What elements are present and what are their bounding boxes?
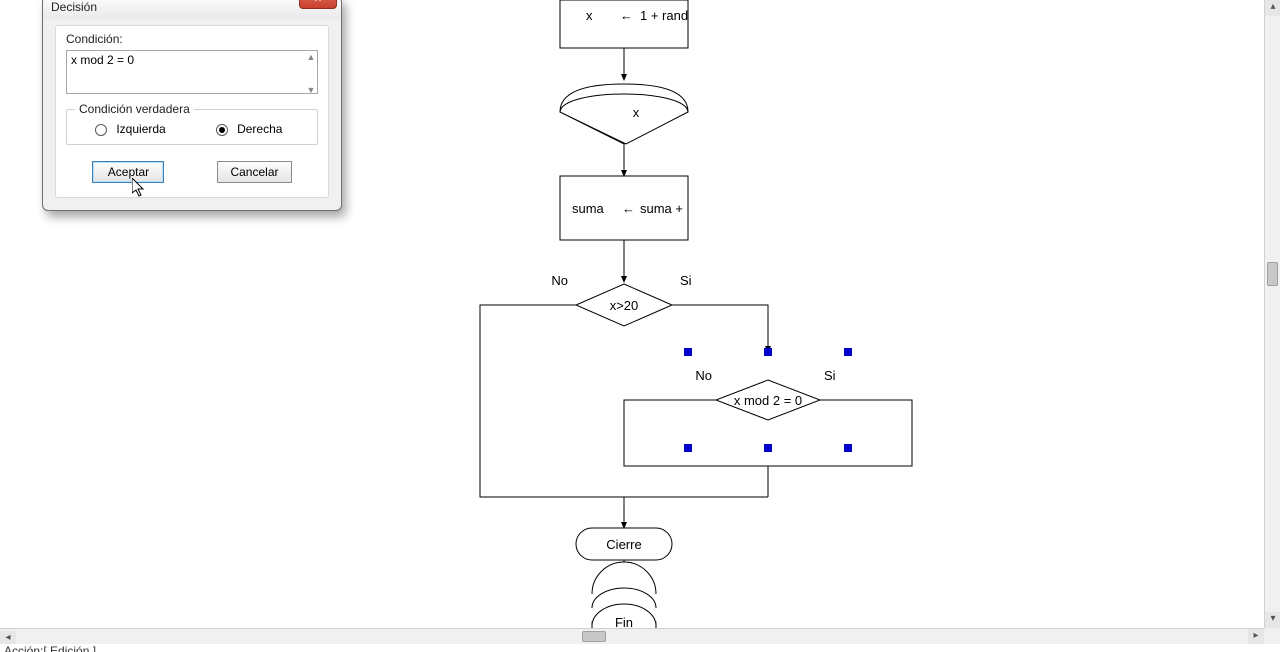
vscroll-thumb[interactable] bbox=[1267, 262, 1278, 286]
output-x-label: x bbox=[633, 105, 640, 120]
statusbar: Acción:[ Edición ] bbox=[0, 644, 1280, 652]
vscroll-track[interactable] bbox=[1265, 16, 1280, 612]
scroll-up-button[interactable]: ▴ bbox=[1265, 0, 1280, 16]
radio-left-icon bbox=[95, 124, 107, 136]
selection-handle[interactable] bbox=[764, 348, 772, 356]
assign-suma-arrow: ← bbox=[622, 201, 635, 216]
fin-label: Fin bbox=[615, 615, 633, 628]
radio-right-icon bbox=[216, 124, 228, 136]
condition-label: Condición: bbox=[66, 32, 318, 46]
selection-handle[interactable] bbox=[684, 444, 692, 452]
scroll-right-button[interactable]: ▸ bbox=[1248, 629, 1264, 645]
decision2-si: Si bbox=[824, 368, 836, 383]
close-icon: × bbox=[314, 0, 321, 5]
selection-handle[interactable] bbox=[764, 444, 772, 452]
selection-handle[interactable] bbox=[844, 348, 852, 356]
cancel-button[interactable]: Cancelar bbox=[217, 161, 291, 183]
true-direction-legend: Condición verdadera bbox=[75, 102, 194, 116]
decision2-cond: x mod 2 = 0 bbox=[734, 393, 802, 408]
decision1-si: Si bbox=[680, 273, 692, 288]
radio-left-label: Izquierda bbox=[116, 122, 165, 136]
horizontal-scrollbar[interactable]: ◂ ▸ bbox=[0, 628, 1264, 644]
assign-suma-expr: suma + bbox=[640, 201, 683, 216]
assign-x-expr: 1 + rand bbox=[640, 8, 688, 23]
close-button[interactable]: × bbox=[299, 0, 337, 9]
scroll-up-icon[interactable]: ▲ bbox=[306, 52, 316, 62]
scroll-down-button[interactable]: ▾ bbox=[1265, 612, 1280, 628]
assign-x-arrow: ← bbox=[620, 8, 633, 23]
cierre-label: Cierre bbox=[606, 537, 641, 552]
statusbar-text: Acción:[ Edición ] bbox=[4, 644, 96, 652]
scrollbar-corner bbox=[1264, 628, 1280, 644]
radio-left[interactable]: Izquierda bbox=[95, 122, 166, 136]
dialog-titlebar[interactable]: Decisión × bbox=[43, 0, 341, 19]
decision1-cond: x>20 bbox=[610, 298, 639, 313]
decision-dialog[interactable]: Decisión × Condición: ▲ ▼ Condición verd… bbox=[42, 0, 342, 211]
scroll-down-icon[interactable]: ▼ bbox=[306, 85, 316, 95]
node-output-x-shape[interactable]: x bbox=[560, 94, 688, 144]
vertical-scrollbar[interactable]: ▴ ▾ bbox=[1264, 0, 1280, 628]
accept-button[interactable]: Aceptar bbox=[92, 161, 164, 183]
radio-right[interactable]: Derecha bbox=[216, 122, 283, 136]
assign-x-var: x bbox=[586, 8, 593, 23]
selection-handle[interactable] bbox=[844, 444, 852, 452]
assign-suma-var: suma bbox=[572, 201, 605, 216]
hscroll-thumb[interactable] bbox=[582, 631, 606, 642]
decision1-no: No bbox=[551, 273, 568, 288]
condition-input[interactable] bbox=[66, 50, 318, 94]
decision2-no: No bbox=[695, 368, 712, 383]
dialog-title: Decisión bbox=[51, 0, 97, 14]
radio-right-label: Derecha bbox=[237, 122, 282, 136]
selection-handle[interactable] bbox=[684, 348, 692, 356]
